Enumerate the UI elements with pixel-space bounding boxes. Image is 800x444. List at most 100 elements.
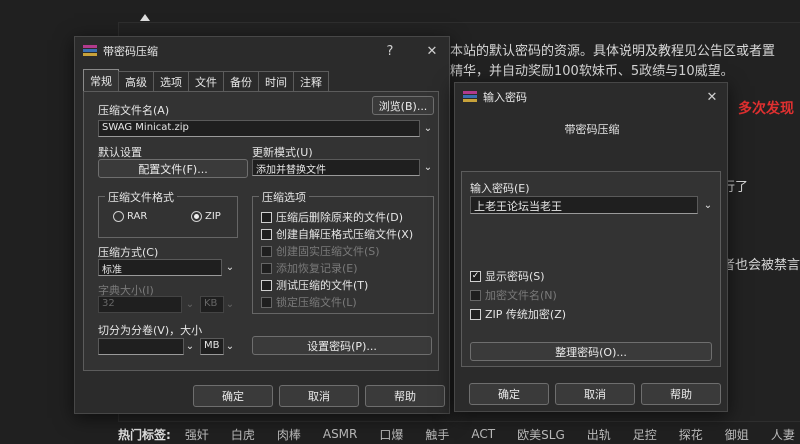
format-rar-label: RAR [127, 211, 148, 222]
tag-link[interactable]: 探花 [679, 426, 703, 443]
hot-tags-bar: 热门标签: 强奸 白虎 肉棒 ASMR 口爆 触手 ACT 欧美SLG 出轨 足… [118, 424, 800, 444]
tag-link[interactable]: ASMR [323, 427, 358, 441]
tab-files[interactable]: 文件 [188, 71, 224, 91]
zip-legacy-label: ZIP 传统加密(Z) [485, 308, 567, 321]
tab-options[interactable]: 选项 [153, 71, 189, 91]
set-password-button[interactable]: 设置密码(P)... [252, 336, 432, 355]
archive-dialog-title: 带密码压缩 [103, 45, 158, 58]
profiles-button[interactable]: 配置文件(F)... [98, 159, 248, 178]
password-panel: 输入密码(E) 上老王论坛当老王 ⌄ ✓ 显示密码(S) 加密文件名(N) ZI… [461, 171, 721, 367]
password-input[interactable]: 上老王论坛当老王 [470, 196, 698, 214]
tab-time[interactable]: 时间 [258, 71, 294, 91]
chevron-down-icon[interactable]: ⌄ [702, 199, 714, 211]
archive-name-label: 压缩文件名(A) [98, 104, 170, 117]
enter-password-label: 输入密码(E) [470, 182, 530, 195]
option-recovery-record: 添加恢复记录(E) [261, 260, 358, 276]
chevron-down-icon[interactable]: ⌄ [224, 340, 236, 352]
option-solid-archive: 创建固实压缩文件(S) [261, 243, 380, 259]
option-label: 添加恢复记录(E) [276, 262, 358, 275]
password-dialog-subtitle: 带密码压缩 [564, 123, 620, 136]
dict-size-input: 32 [98, 296, 182, 313]
option-label: 创建固实压缩文件(S) [276, 245, 380, 258]
archive-tabs: 常规 高级 选项 文件 备份 时间 注释 [83, 69, 329, 91]
close-icon[interactable]: ✕ [421, 41, 443, 61]
chevron-down-icon[interactable]: ⌄ [422, 161, 434, 173]
tag-link[interactable]: 欧美SLG [517, 426, 565, 443]
tag-link[interactable]: 强奸 [185, 426, 209, 443]
option-delete-after[interactable]: 压缩后删除原来的文件(D) [261, 209, 403, 225]
option-create-sfx[interactable]: 创建自解压格式压缩文件(X) [261, 226, 413, 242]
split-volumes-label: 切分为分卷(V)，大小 [98, 324, 203, 337]
option-test-files[interactable]: 测试压缩的文件(T) [261, 277, 368, 293]
dict-unit-select: KB [200, 296, 224, 313]
format-zip-radio[interactable]: ZIP [191, 211, 221, 222]
tab-general[interactable]: 常规 [83, 69, 119, 91]
update-mode-select[interactable]: 添加并替换文件 [252, 159, 420, 176]
chevron-down-icon[interactable]: ⌄ [184, 340, 196, 352]
encrypt-filenames-checkbox: 加密文件名(N) [470, 287, 557, 303]
tag-link[interactable]: 口爆 [379, 426, 403, 443]
tag-link[interactable]: 肉棒 [277, 426, 301, 443]
update-mode-label: 更新模式(U) [252, 146, 313, 159]
checkbox-unchecked-icon [261, 279, 272, 291]
hot-tags-title: 热门标签: [118, 427, 171, 442]
close-icon[interactable]: ✕ [701, 87, 723, 107]
show-password-label: 显示密码(S) [485, 270, 545, 283]
option-label: 压缩后删除原来的文件(D) [276, 211, 404, 224]
options-groupbox: 压缩选项 压缩后删除原来的文件(D) 创建自解压格式压缩文件(X) 创建固实压缩… [252, 189, 434, 314]
help-button[interactable]: 帮助 [641, 383, 721, 405]
general-tab-panel: 压缩文件名(A) 浏览(B)... SWAG Minicat.zip ⌄ 默认设… [83, 91, 439, 371]
option-label: 锁定压缩文件(L) [276, 296, 357, 309]
format-groupbox: 压缩文件格式 RAR ZIP [98, 189, 238, 238]
method-select[interactable]: 标准 [98, 259, 222, 276]
post-text-line1: 本站的默认密码的资源。具体说明及教程见公告区或者置 [450, 44, 776, 59]
cancel-button[interactable]: 取消 [279, 385, 359, 407]
option-lock-archive: 锁定压缩文件(L) [261, 294, 357, 310]
chevron-down-icon[interactable]: ⌄ [224, 261, 236, 273]
tag-link[interactable]: 足控 [633, 426, 657, 443]
cancel-button[interactable]: 取消 [555, 383, 635, 405]
options-group-title: 压缩选项 [259, 189, 309, 205]
checkbox-unchecked-icon [261, 228, 272, 240]
ok-button[interactable]: 确定 [193, 385, 273, 407]
ok-button[interactable]: 确定 [469, 383, 549, 405]
option-label: 测试压缩的文件(T) [276, 279, 369, 292]
browse-button[interactable]: 浏览(B)... [372, 96, 434, 115]
method-label: 压缩方式(C) [98, 246, 159, 259]
post-warning-text: 多次发现 [738, 101, 794, 117]
tag-link[interactable]: 触手 [425, 426, 449, 443]
split-size-input[interactable] [98, 338, 184, 355]
chevron-down-icon: ⌄ [185, 298, 195, 310]
organize-passwords-button[interactable]: 整理密码(O)... [470, 342, 712, 361]
winrar-icon [463, 91, 477, 103]
password-dialog-titlebar[interactable]: 输入密码 ✕ [455, 83, 727, 111]
chevron-down-icon[interactable]: ⌄ [422, 122, 434, 134]
default-settings-label: 默认设置 [98, 146, 142, 159]
split-unit-select[interactable]: MB [200, 338, 224, 355]
post-text-line2: 精华，并自动奖励100软妹币、5政绩与10威望。 [450, 64, 734, 79]
chevron-down-icon: ⌄ [225, 298, 235, 310]
tag-link[interactable]: 人妻 [771, 426, 795, 443]
format-rar-radio[interactable]: RAR [113, 211, 147, 222]
tab-comment[interactable]: 注释 [293, 71, 329, 91]
zip-legacy-checkbox[interactable]: ZIP 传统加密(Z) [470, 306, 566, 322]
tag-link[interactable]: 白虎 [231, 426, 255, 443]
tab-advanced[interactable]: 高级 [118, 71, 154, 91]
option-label: 创建自解压格式压缩文件(X) [276, 228, 414, 241]
checkbox-unchecked-icon [261, 296, 272, 308]
checkbox-unchecked-icon [261, 245, 272, 257]
post-text-fragment2: 者也会被禁言 [722, 258, 800, 273]
tag-link[interactable]: 御姐 [725, 426, 749, 443]
tag-link[interactable]: ACT [471, 427, 495, 441]
archive-name-input[interactable]: SWAG Minicat.zip [98, 120, 420, 137]
format-zip-label: ZIP [205, 211, 221, 222]
checkbox-unchecked-icon [470, 308, 481, 320]
tag-link[interactable]: 出轨 [587, 426, 611, 443]
tab-backup[interactable]: 备份 [223, 71, 259, 91]
archive-dialog-titlebar[interactable]: 带密码压缩 ? ✕ [75, 37, 449, 65]
help-question-icon[interactable]: ? [379, 41, 401, 61]
checkbox-checked-icon: ✓ [470, 270, 481, 282]
help-button[interactable]: 帮助 [365, 385, 445, 407]
password-dialog: 输入密码 ✕ 带密码压缩 输入密码(E) 上老王论坛当老王 ⌄ ✓ 显示密码(S… [454, 82, 728, 412]
show-password-checkbox[interactable]: ✓ 显示密码(S) [470, 268, 545, 284]
